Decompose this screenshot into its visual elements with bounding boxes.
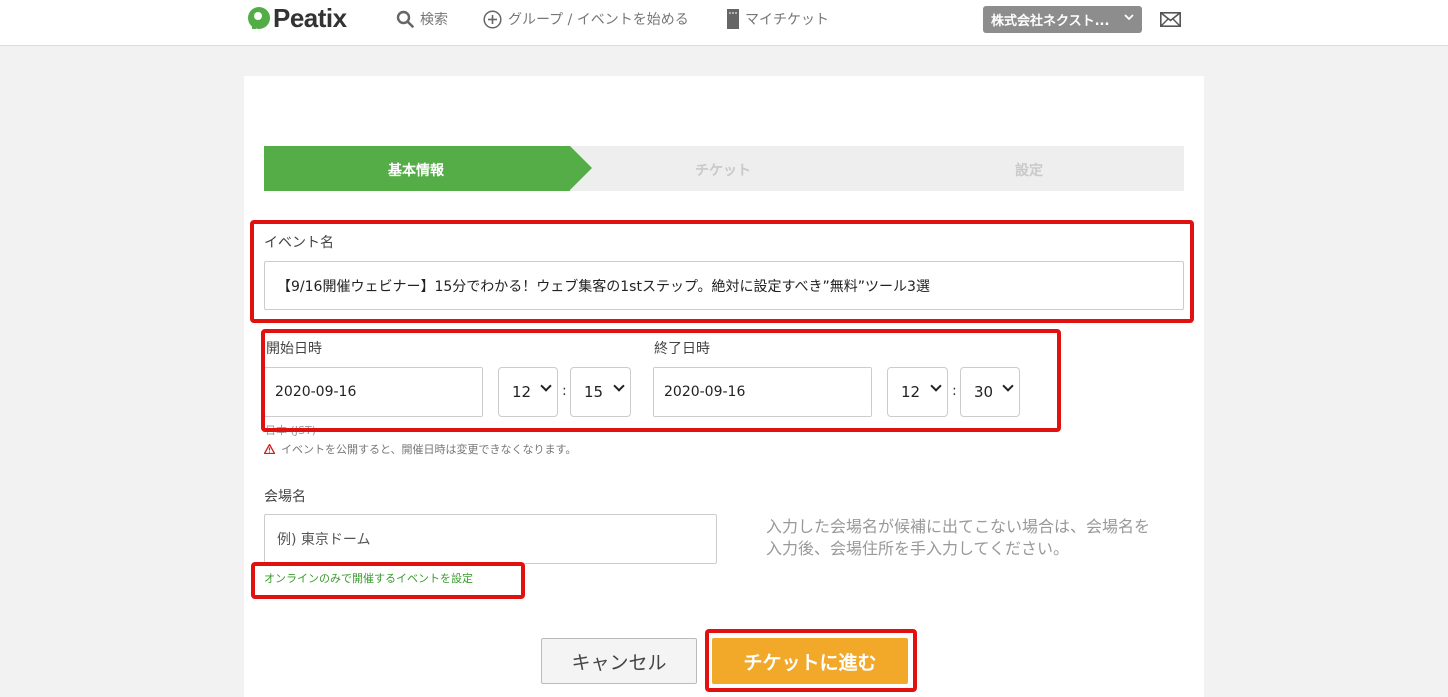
- datetime-warning: イベントを公開すると、開催日時は変更できなくなります。: [264, 441, 576, 457]
- nav-search-label: 検索: [420, 12, 448, 28]
- warning-text: イベントを公開すると、開催日時は変更できなくなります。: [281, 443, 577, 456]
- nav-search[interactable]: 検索: [396, 8, 448, 30]
- annotation-box-datetime: [261, 329, 1061, 432]
- venue-label: 会場名: [264, 489, 306, 505]
- peatix-logo[interactable]: Peatix: [248, 2, 347, 33]
- cancel-button[interactable]: キャンセル: [541, 638, 697, 684]
- step-settings: 設定: [1015, 163, 1043, 179]
- annotation-box-next-button: [705, 629, 917, 692]
- venue-input[interactable]: 例) 東京ドーム: [264, 514, 717, 564]
- venue-hint: 入力した会場名が候補に出てこない場合は、会場名を入力後、会場住所を手入力してくだ…: [766, 517, 1151, 558]
- top-header: Peatix 検索 グループ / イベントを始める マイチケット 株式会社ネクス…: [0, 0, 1448, 46]
- peatix-logo-icon: [248, 7, 270, 29]
- step-arrow: [570, 146, 592, 190]
- chevron-down-icon: [1124, 12, 1134, 25]
- search-icon: [396, 10, 414, 28]
- nav-ticket-label: マイチケット: [745, 12, 829, 28]
- nav-start-group-event[interactable]: グループ / イベントを始める: [483, 8, 689, 30]
- annotation-box-online-link: [251, 562, 525, 599]
- annotation-box-event-name: [250, 220, 1194, 323]
- org-name: 株式会社ネクスト...: [991, 14, 1110, 29]
- step-basic-info: 基本情報: [388, 163, 444, 179]
- organization-dropdown[interactable]: 株式会社ネクスト...: [983, 6, 1142, 33]
- progress-steps: 基本情報 チケット 設定: [264, 146, 1184, 191]
- logo-text: Peatix: [273, 2, 347, 33]
- ticket-icon: [727, 9, 739, 29]
- step-ticket: チケット: [695, 163, 751, 179]
- mail-icon[interactable]: [1160, 12, 1181, 31]
- venue-placeholder: 例) 東京ドーム: [277, 532, 371, 548]
- nav-my-ticket[interactable]: マイチケット: [727, 8, 829, 30]
- warning-icon: [264, 444, 275, 454]
- plus-circle-icon: [483, 9, 502, 29]
- nav-start-label: グループ / イベントを始める: [508, 12, 689, 28]
